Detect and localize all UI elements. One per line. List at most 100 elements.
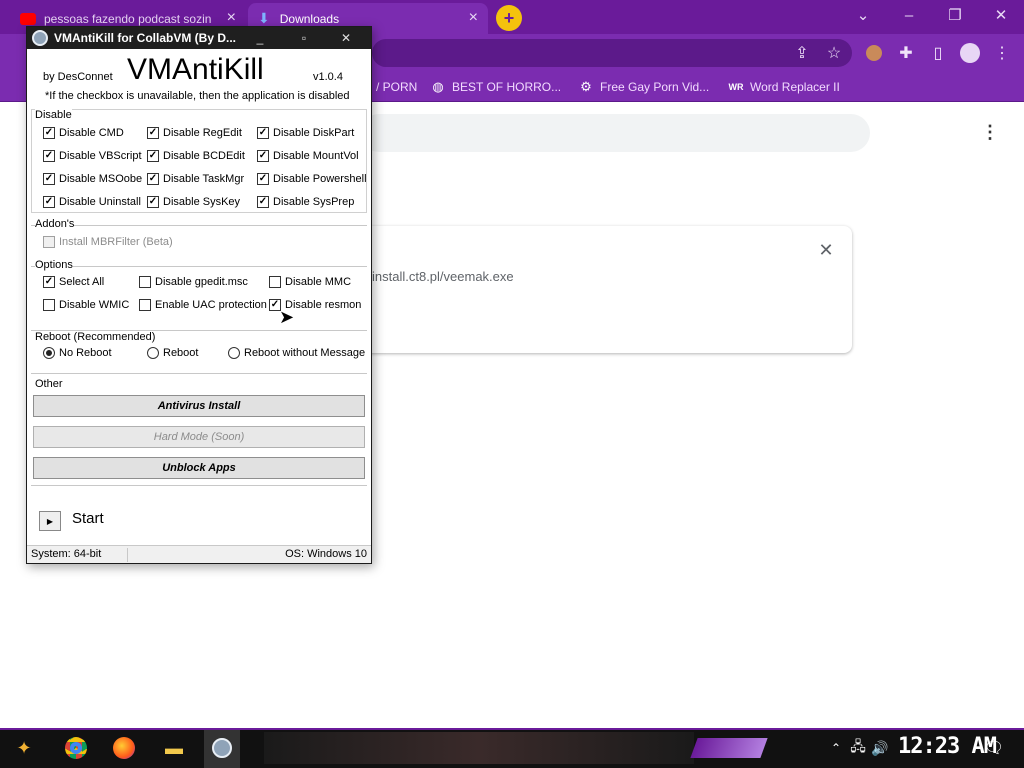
checkbox-box: ✓ [147,173,159,185]
checkbox-disable-bcdedit[interactable]: ✓ Disable BCDEdit [147,150,245,162]
close-tab-icon[interactable]: × [469,9,478,27]
taskbar-active-app[interactable] [204,730,240,768]
checkbox-disable-vbscript[interactable]: ✓ Disable VBScript [43,150,142,162]
checkbox-disable-uninstall[interactable]: ✓ Disable Uninstall [43,196,141,208]
checkbox-select-all[interactable]: ✓ Select All [43,276,104,288]
bookmark-item[interactable]: ⚙ Free Gay Porn Vid... [578,77,709,97]
checkbox-disable-sysprep[interactable]: ✓ Disable SysPrep [257,196,354,208]
checkbox-label: Select All [59,276,105,288]
file-explorer-icon[interactable]: ▬ [158,732,190,764]
remove-download-icon[interactable]: ✕ [816,240,836,260]
os-status: OS: Windows 10 [285,548,367,560]
start-icon[interactable]: ✦ [8,732,40,764]
app-icon [32,30,48,46]
checkbox-box: ✓ [43,196,55,208]
minimize-window-button[interactable]: – [886,0,932,30]
mouse-cursor-icon: ➤ [279,307,295,327]
checkbox-disable-cmd[interactable]: ✓ Disable CMD [43,127,124,139]
maximize-button[interactable]: ▫ [289,29,319,47]
checkbox-label: Disable CMD [59,127,124,139]
radio-reboot[interactable]: Reboot [147,347,198,359]
checkbox-disable-wmic[interactable]: Disable WMIC [43,299,129,311]
close-button[interactable]: ✕ [331,29,361,47]
antivirus-install-button[interactable]: Antivirus Install [33,395,365,417]
chrome-menu-icon[interactable]: ⋮ [990,41,1014,65]
group-label: Other [35,378,63,390]
extensions-puzzle-icon[interactable]: ✚ [894,41,918,65]
bookmark-star-icon[interactable]: ☆ [822,41,846,65]
start-label[interactable]: Start [72,510,104,527]
checkbox-label: Disable Powershell [273,173,367,185]
checkbox-disable-diskpart[interactable]: ✓ Disable DiskPart [257,127,354,139]
checkbox-label: Disable VBScript [59,150,142,162]
checkbox-box: ✓ [147,127,159,139]
checkbox-disable-regedit[interactable]: ✓ Disable RegEdit [147,127,242,139]
checkbox-box: ✓ [43,276,55,288]
tab-title: pessoas fazendo podcast sozin [44,11,212,26]
checkbox-box: ✓ [257,150,269,162]
checkbox-box: ✓ [147,150,159,162]
checkbox-label: Disable MountVol [273,150,359,162]
bookmark-label: BEST OF HORRO... [452,80,562,94]
radio-reboot-without-message[interactable]: Reboot without Message [228,347,365,359]
account-avatar-icon[interactable] [958,41,982,65]
taskbar-wallpaper-strip [264,732,694,764]
profile-extension-icon[interactable] [862,41,886,65]
minimize-button[interactable]: _ [245,29,275,47]
checkbox-box: ✓ [147,196,159,208]
checkbox-label: Disable TaskMgr [163,173,245,185]
close-tab-icon[interactable]: × [227,9,236,27]
start-play-button[interactable]: ▶ [39,511,61,531]
taskbar-accent [0,728,1024,730]
checkbox-box: ✓ [257,127,269,139]
checkbox-install-mbrfilter: Install MBRFilter (Beta) [43,236,173,248]
radio-circle [147,347,159,359]
checkbox-box [269,276,281,288]
vmantikill-window: VMAntiKill for CollabVM (By D... _ ▫ ✕ b… [26,26,372,564]
side-panel-icon[interactable]: ▯ [926,41,950,65]
checkbox-box [43,236,55,248]
checkbox-disable-mmc[interactable]: Disable MMC [269,276,351,288]
checkbox-enable-uac[interactable]: Enable UAC protection [139,299,267,311]
bookmark-item[interactable]: / PORN [376,77,417,97]
new-tab-button[interactable]: + [496,5,522,31]
bookmark-item[interactable]: ◍ BEST OF HORRO... [430,77,561,97]
checkbox-disable-mountvol[interactable]: ✓ Disable MountVol [257,150,359,162]
checkbox-disable-syskey[interactable]: ✓ Disable SysKey [147,196,240,208]
checkbox-box: ✓ [257,173,269,185]
window-titlebar[interactable]: VMAntiKill for CollabVM (By D... [27,27,371,49]
downloads-menu-icon[interactable]: ⋮ [978,120,1002,144]
checkbox-disable-powershell[interactable]: ✓ Disable Powershell [257,173,367,185]
group-label: Addon's [35,218,75,230]
checkbox-label: Disable DiskPart [273,127,355,139]
volume-icon[interactable]: 🔊 [864,732,896,764]
tab-search-icon[interactable]: ⌄ [840,0,886,30]
radio-circle [43,347,55,359]
address-bar[interactable] [372,39,852,67]
checkbox-label: Install MBRFilter (Beta) [59,236,173,248]
checkbox-disable-gpedit[interactable]: Disable gpedit.msc [139,276,248,288]
download-url[interactable]: install.ct8.pl/veemak.exe [372,269,514,284]
downloads-search-field[interactable] [360,114,870,152]
checkbox-disable-taskmgr[interactable]: ✓ Disable TaskMgr [147,173,244,185]
share-icon[interactable]: ⇪ [790,41,814,65]
hard-mode-button: Hard Mode (Soon) [33,426,365,448]
chrome-icon[interactable] [60,732,92,764]
radio-circle [228,347,240,359]
firefox-icon[interactable] [108,732,140,764]
radio-no-reboot[interactable]: No Reboot [43,347,112,359]
disabled-note: *If the checkbox is unavailable, then th… [45,90,350,102]
unblock-apps-button[interactable]: Unblock Apps [33,457,365,479]
notifications-icon[interactable]: 🗨 [978,732,1010,764]
bookmark-label: Word Replacer II [750,80,840,94]
checkbox-label: Disable MMC [285,276,352,288]
checkbox-label: Disable Uninstall [59,196,141,208]
checkbox-disable-msoobe[interactable]: ✓ Disable MSOobe [43,173,142,185]
close-window-button[interactable]: ✕ [978,0,1024,30]
restore-window-button[interactable]: ❐ [932,0,978,30]
bookmark-item[interactable]: WR Word Replacer II [728,77,840,97]
taskbar-decoration [690,738,768,758]
bookmark-label: / PORN [376,80,418,94]
group-label: Disable [35,109,72,121]
checkbox-label: Disable SysKey [163,196,241,208]
